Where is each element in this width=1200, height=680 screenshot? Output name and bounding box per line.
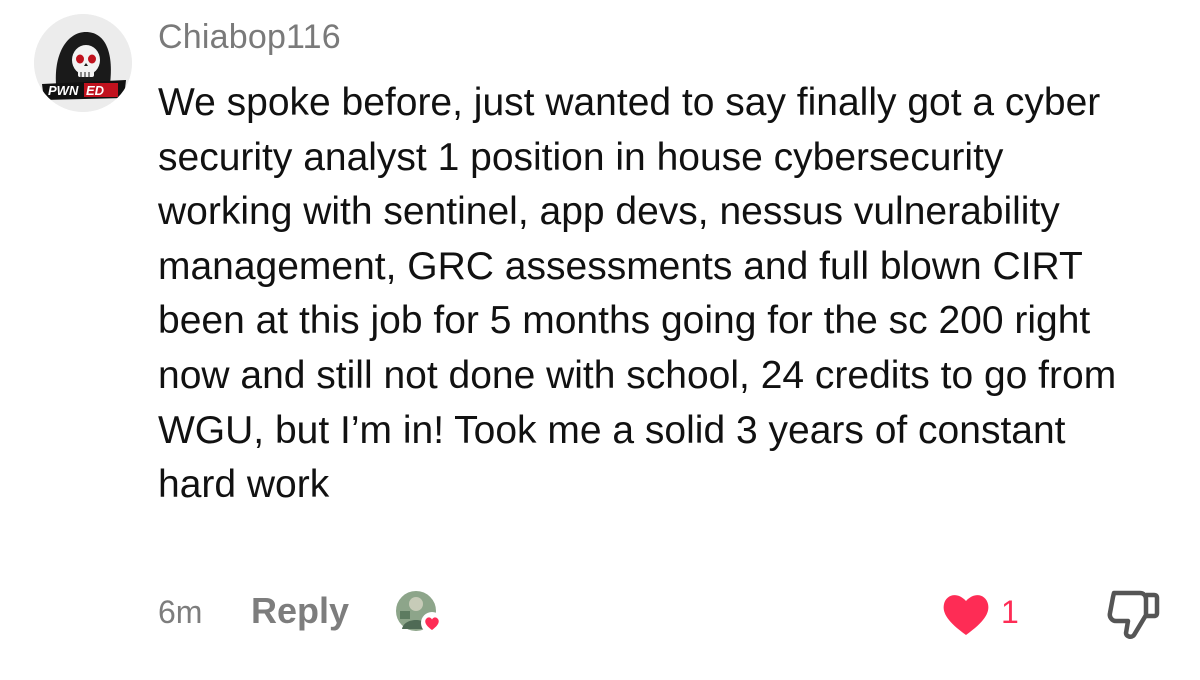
like-button[interactable] (940, 589, 992, 639)
user-avatar[interactable]: PWN ED (34, 14, 132, 112)
liked-by-creator-avatar (394, 589, 446, 641)
dislike-button[interactable] (1104, 585, 1162, 643)
like-count: 1 (1001, 594, 1019, 630)
heart-icon (943, 595, 989, 635)
comment-username[interactable]: Chiabop116 (158, 18, 341, 57)
comment: PWN ED Chiabop116 We spoke before, just … (0, 0, 1200, 680)
reply-button[interactable]: Reply (251, 590, 349, 632)
skull-logo-icon: PWN ED (34, 14, 132, 112)
comment-text: We spoke before, just wanted to say fina… (158, 81, 1117, 507)
thumbs-down-icon (1107, 590, 1160, 639)
comment-timestamp: 6m (158, 594, 203, 630)
svg-text:ED: ED (86, 83, 105, 98)
avatar-logo-text: PWN (48, 83, 79, 98)
